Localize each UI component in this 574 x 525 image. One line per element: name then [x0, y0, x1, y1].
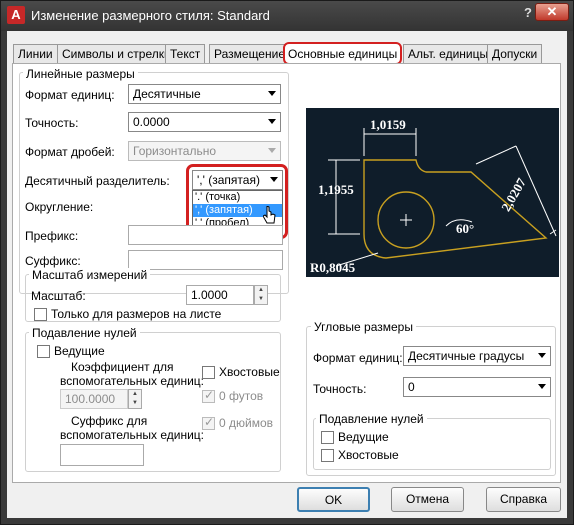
leading-zeros-checkbox[interactable]: [37, 345, 50, 358]
autocad-logo-icon: A: [7, 6, 25, 24]
checkmark-icon: ✓: [204, 388, 215, 402]
close-button[interactable]: ✕: [535, 3, 569, 21]
chevron-down-icon: [538, 353, 546, 358]
trailing-zeros-checkbox[interactable]: [202, 366, 215, 379]
layout-only-label: Только для размеров на листе: [51, 307, 222, 321]
tab-fit[interactable]: Размещение: [209, 44, 290, 64]
angular-trailing-zeros-label: Хвостовые: [338, 448, 399, 462]
window-title: Изменение размерного стиля: Standard: [31, 8, 270, 23]
measurement-scale-heading: Масштаб измерений: [29, 268, 151, 282]
scale-factor-spinner[interactable]: ▲ ▼: [254, 285, 268, 305]
sub-units-suffix-label-line1: Суффикс для: [71, 414, 148, 428]
help-button[interactable]: Справка: [486, 487, 561, 512]
decimal-separator-label: Десятичный разделитель:: [25, 174, 170, 188]
scale-factor-label: Масштаб:: [31, 289, 86, 303]
sub-units-factor-label-line2: вспомогательных единиц:: [60, 374, 204, 388]
checkmark-icon: ✓: [204, 415, 215, 429]
sub-units-suffix-label-line2: вспомогательных единиц:: [60, 428, 204, 442]
dim-radius-text: R0,8045: [310, 260, 356, 275]
angular-precision-label: Точность:: [313, 382, 367, 396]
zero-feet-label: 0 футов: [219, 389, 264, 403]
chevron-down-icon: [268, 91, 276, 96]
zero-suppression-heading: Подавление нулей: [29, 326, 140, 340]
dialog-window: A Изменение размерного стиля: Standard ?…: [0, 0, 574, 525]
sub-units-factor-label-line1: Коэффициент для: [71, 360, 174, 374]
angular-dimensions-heading: Угловые размеры: [311, 320, 416, 334]
prefix-input[interactable]: [128, 225, 283, 245]
sub-units-suffix-input[interactable]: [60, 444, 144, 466]
spin-down-icon[interactable]: ▼: [129, 399, 141, 408]
chevron-down-icon: [268, 148, 276, 153]
linear-dimensions-heading: Линейные размеры: [23, 67, 138, 81]
zero-feet-checkbox[interactable]: ✓: [202, 388, 215, 403]
cancel-button[interactable]: Отмена: [391, 487, 464, 512]
unit-format-select[interactable]: Десятичные: [128, 84, 281, 104]
dim-left-text: 1,1955: [318, 182, 354, 197]
tab-alternate-units[interactable]: Альт. единицы: [403, 44, 494, 64]
precision-select[interactable]: 0.0000: [128, 112, 281, 132]
tab-tolerances[interactable]: Допуски: [487, 44, 543, 64]
roundoff-label: Округление:: [25, 200, 94, 214]
spin-down-icon[interactable]: ▼: [255, 295, 267, 304]
angular-zero-suppression-heading: Подавление нулей: [316, 412, 427, 426]
spin-up-icon[interactable]: ▲: [255, 286, 267, 295]
spin-up-icon[interactable]: ▲: [129, 390, 141, 399]
ok-button[interactable]: OK: [297, 487, 370, 512]
tab-panel: Линейные размеры Формат единиц: Десятичн…: [12, 63, 561, 483]
suffix-label: Суффикс:: [25, 254, 81, 268]
leading-zeros-label: Ведущие: [54, 344, 105, 358]
dim-angle-text: 60°: [456, 221, 474, 236]
angular-precision-select[interactable]: 0: [403, 377, 551, 397]
tab-symbols-arrows[interactable]: Символы и стрелки: [57, 44, 176, 64]
sub-units-factor-spinner[interactable]: ▲ ▼: [128, 389, 142, 409]
chevron-down-icon: [268, 119, 276, 124]
angular-unit-format-select[interactable]: Десятичные градусы: [403, 346, 551, 366]
tab-text[interactable]: Текст: [165, 44, 206, 64]
zero-inches-label: 0 дюймов: [219, 416, 274, 430]
tab-lines[interactable]: Линии: [13, 44, 58, 64]
angular-leading-zeros-checkbox[interactable]: [321, 431, 334, 444]
angular-leading-zeros-label: Ведущие: [338, 430, 389, 444]
sub-units-factor-input[interactable]: 100.0000: [60, 389, 128, 409]
layout-only-checkbox[interactable]: [34, 308, 47, 321]
mouse-pointer-icon: [263, 206, 276, 224]
scale-factor-input[interactable]: 1.0000: [186, 285, 254, 305]
dim-right-text: 2,0207: [498, 175, 529, 214]
tab-primary-units[interactable]: Основные единицы: [283, 42, 403, 65]
dialog-client-area: Линии Символы и стрелки Текст Размещение…: [7, 31, 567, 518]
suffix-input[interactable]: [128, 250, 283, 270]
trailing-zeros-label: Хвостовые: [219, 365, 280, 379]
dim-top-text: 1,0159: [370, 117, 406, 132]
fraction-format-label: Формат дробей:: [25, 145, 115, 159]
preview-drawing: 1,0159 1,1955 2,0207 60° R0,8045: [310, 117, 557, 275]
fraction-format-select[interactable]: Горизонтально: [128, 141, 281, 161]
precision-label: Точность:: [25, 116, 79, 130]
prefix-label: Префикс:: [25, 229, 79, 243]
unit-format-label: Формат единиц:: [25, 88, 115, 102]
angular-unit-format-label: Формат единиц:: [313, 351, 403, 365]
chevron-down-icon: [538, 384, 546, 389]
title-bar[interactable]: A Изменение размерного стиля: Standard ?…: [1, 1, 573, 31]
angular-trailing-zeros-checkbox[interactable]: [321, 449, 334, 462]
dimension-preview: 1,0159 1,1955 2,0207 60° R0,8045: [306, 108, 559, 277]
